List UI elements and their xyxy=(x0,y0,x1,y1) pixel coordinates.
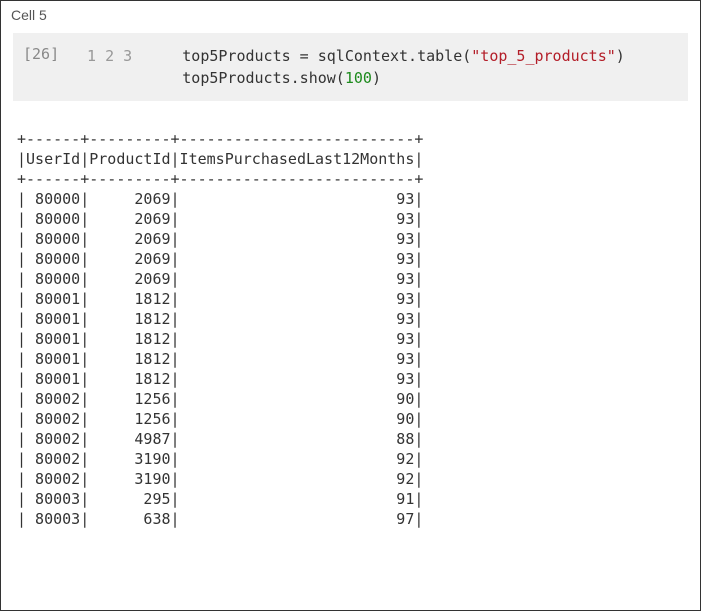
line-gutter: 1 2 3 xyxy=(83,45,146,89)
code-cell[interactable]: [26] 1 2 3 top5Products = sqlContext.tab… xyxy=(13,33,688,101)
code-line: top5Products = sqlContext.table("top_5_p… xyxy=(146,45,678,67)
code-line: top5Products.show(100) xyxy=(146,67,678,89)
cell-header: Cell 5 xyxy=(1,1,700,29)
cell-output: +------+---------+----------------------… xyxy=(17,129,684,529)
execution-count: [26] xyxy=(23,45,83,89)
cell-label: Cell 5 xyxy=(11,7,47,23)
code-editor[interactable]: top5Products = sqlContext.table("top_5_p… xyxy=(146,45,678,89)
